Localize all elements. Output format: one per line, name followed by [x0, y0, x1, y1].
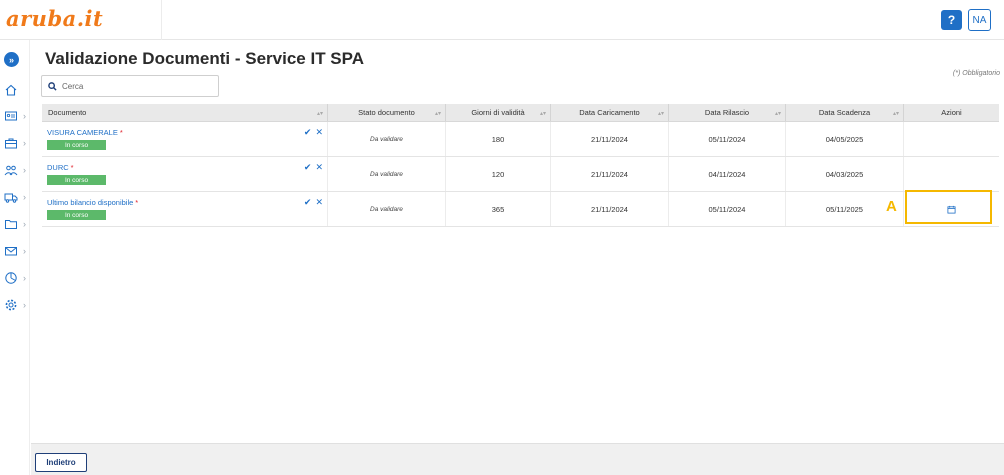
chevron-right-icon: ›: [23, 192, 26, 202]
top-bar: aruba.it ? NA: [0, 0, 1004, 40]
cell-azioni: A: [886, 190, 999, 226]
sidebar-item-truck[interactable]: ›: [4, 188, 28, 206]
users-icon: [4, 165, 18, 176]
back-button[interactable]: Indietro: [35, 453, 87, 472]
double-chevron-right-icon[interactable]: »: [4, 52, 19, 67]
cell-scadenza: 04/05/2025: [786, 122, 904, 156]
sidebar-item-folder[interactable]: ›: [4, 215, 28, 233]
chevron-right-icon: ›: [23, 138, 26, 148]
sort-icon: ▴▾: [892, 111, 899, 117]
document-link[interactable]: Ultimo bilancio disponibile: [47, 198, 133, 207]
footer-bar: Indietro: [31, 443, 1004, 475]
folder-icon: [5, 220, 17, 229]
cell-caricamento: 21/11/2024: [551, 122, 669, 156]
sidebar-item-id-card[interactable]: ›: [4, 107, 28, 125]
chevron-right-icon: ›: [23, 219, 26, 229]
search-box[interactable]: [41, 75, 219, 97]
reject-x-icon[interactable]: ✕: [315, 197, 323, 208]
cell-caricamento: 21/11/2024: [551, 157, 669, 191]
header-data-scadenza[interactable]: Data Scadenza ▴▾: [786, 104, 904, 121]
home-icon: [5, 84, 17, 96]
cell-caricamento: 21/11/2024: [551, 192, 669, 226]
sidebar-item-pie-chart[interactable]: ›: [4, 269, 28, 287]
briefcase-icon: [5, 138, 17, 149]
required-star: *: [70, 163, 74, 172]
documents-table: Documento ▴▾ Stato documento ▴▾ Giorni di …: [42, 104, 999, 227]
document-link[interactable]: DURC: [47, 163, 69, 172]
approve-check-icon[interactable]: ✔: [304, 162, 312, 173]
mail-icon: [5, 247, 17, 256]
chevron-right-icon: ›: [23, 300, 26, 310]
sidebar-item-users[interactable]: ›: [4, 161, 28, 179]
header-data-caricamento[interactable]: Data Caricamento ▴▾: [551, 104, 669, 121]
sidebar: » › › › › › › › ›: [0, 40, 30, 475]
sort-icon: ▴▾: [657, 111, 664, 117]
table-row: Ultimo bilancio disponibile * In corso ✔ …: [42, 190, 999, 227]
required-note: (*) Obbligatorio: [952, 70, 1000, 77]
sidebar-item-home[interactable]: [4, 81, 28, 99]
table-row: DURC * In corso ✔ ✕ Da validare 120 21/11…: [42, 157, 999, 192]
cell-rilascio: 05/11/2024: [669, 192, 786, 226]
row-actions: ✔ ✕: [304, 127, 323, 138]
cell-stato: Da validare: [328, 122, 446, 156]
id-card-icon: [5, 111, 17, 121]
cell-rilascio: 05/11/2024: [669, 122, 786, 156]
approve-check-icon[interactable]: ✔: [304, 127, 312, 138]
reject-x-icon[interactable]: ✕: [315, 127, 323, 138]
cell-azioni: [904, 157, 999, 191]
cell-documento: VISURA CAMERALE * In corso ✔ ✕: [42, 122, 328, 156]
header-stato-documento[interactable]: Stato documento ▴▾: [328, 104, 446, 121]
topbar-divider: [161, 0, 162, 40]
search-input[interactable]: [62, 81, 212, 91]
cell-rilascio: 04/11/2024: [669, 157, 786, 191]
table-row: VISURA CAMERALE * In corso ✔ ✕ Da validar…: [42, 122, 999, 157]
sort-icon: ▴▾: [316, 111, 323, 117]
approve-check-icon[interactable]: ✔: [304, 197, 312, 208]
header-documento[interactable]: Documento ▴▾: [42, 104, 328, 121]
chevron-right-icon: ›: [23, 111, 26, 121]
sort-icon: ▴▾: [539, 111, 546, 117]
cell-documento: Ultimo bilancio disponibile * In corso ✔ …: [42, 192, 328, 226]
row-actions: ✔ ✕: [304, 197, 323, 208]
highlight-box: [905, 190, 992, 224]
chevron-right-icon: ›: [23, 246, 26, 256]
sidebar-item-mail[interactable]: ›: [4, 242, 28, 260]
sort-icon: ▴▾: [434, 111, 441, 117]
header-data-rilascio[interactable]: Data Rilascio ▴▾: [669, 104, 786, 121]
cell-giorni: 365: [446, 192, 551, 226]
cell-stato: Da validare: [328, 157, 446, 191]
main-content: Validazione Documenti - Service IT SPA (…: [31, 40, 1004, 443]
status-badge: In corso: [47, 210, 106, 220]
header-azioni: Azioni: [941, 108, 962, 117]
truck-icon: [4, 193, 18, 203]
table-header: Documento ▴▾ Stato documento ▴▾ Giorni di …: [42, 104, 999, 122]
header-giorni-validita[interactable]: Giorni di validità ▴▾: [446, 104, 551, 121]
cell-stato: Da validare: [328, 192, 446, 226]
row-actions: ✔ ✕: [304, 162, 323, 173]
aruba-logo[interactable]: aruba.it: [6, 6, 103, 31]
pie-chart-icon: [5, 272, 17, 284]
sort-icon: ▴▾: [774, 111, 781, 117]
cell-giorni: 120: [446, 157, 551, 191]
user-avatar-button[interactable]: NA: [968, 9, 991, 31]
annotation-label-a: A: [886, 198, 897, 215]
document-link[interactable]: VISURA CAMERALE: [47, 128, 118, 137]
cell-documento: DURC * In corso ✔ ✕: [42, 157, 328, 191]
cell-giorni: 180: [446, 122, 551, 156]
status-badge: In corso: [47, 140, 106, 150]
help-button[interactable]: ?: [941, 10, 962, 30]
chevron-right-icon: ›: [23, 165, 26, 175]
sidebar-item-settings[interactable]: ›: [4, 296, 28, 314]
page-title: Validazione Documenti - Service IT SPA: [45, 49, 364, 68]
reject-x-icon[interactable]: ✕: [315, 162, 323, 173]
chevron-right-icon: ›: [23, 273, 26, 283]
status-badge: In corso: [47, 175, 106, 185]
required-star: *: [119, 128, 123, 137]
gear-icon: [5, 299, 17, 311]
cell-azioni: [904, 122, 999, 156]
sidebar-item-briefcase[interactable]: ›: [4, 134, 28, 152]
search-icon: [48, 81, 57, 91]
cell-scadenza: 04/03/2025: [786, 157, 904, 191]
required-star: *: [135, 198, 139, 207]
